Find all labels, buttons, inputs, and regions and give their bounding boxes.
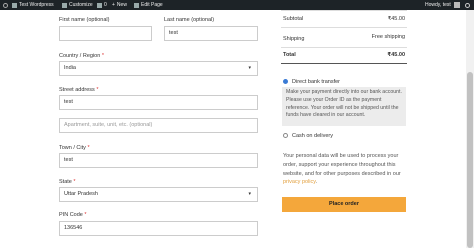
- place-order-button[interactable]: Place order: [282, 197, 406, 212]
- city-input[interactable]: test: [59, 153, 258, 168]
- pin-code-input[interactable]: 136546: [59, 221, 258, 236]
- last-name-input[interactable]: test: [164, 26, 258, 41]
- bank-transfer-label[interactable]: Direct bank transfer: [292, 79, 340, 85]
- search-icon[interactable]: [465, 0, 470, 10]
- first-name-input[interactable]: [59, 26, 152, 41]
- comment-icon: [97, 2, 102, 8]
- state-select[interactable]: Uttar Pradesh ▾: [59, 187, 258, 202]
- pin-label: PIN Code *: [59, 212, 87, 218]
- new-content-link[interactable]: + New: [112, 0, 127, 10]
- site-name-link[interactable]: Test Wordpress: [12, 0, 54, 10]
- divider: [281, 47, 407, 48]
- cash-on-delivery-radio[interactable]: [283, 133, 288, 138]
- divider: [281, 10, 407, 11]
- street-label: Street address *: [59, 87, 99, 93]
- bank-transfer-description: Make your payment directly into our bank…: [282, 87, 406, 126]
- chevron-down-icon: ▾: [248, 191, 251, 197]
- home-icon: [12, 2, 17, 8]
- privacy-notice: Your personal data will be used to proce…: [283, 153, 401, 186]
- admin-bar: Test Wordpress Customize 0 + New Edit Pag…: [0, 0, 474, 10]
- bank-transfer-radio[interactable]: [283, 79, 288, 84]
- subtotal-row: Subtotal ₹45.00: [283, 16, 405, 22]
- customize-link[interactable]: Customize: [62, 0, 93, 10]
- last-name-label: Last name (optional): [164, 17, 215, 23]
- shipping-row: Shipping Free shipping: [283, 34, 405, 42]
- comments-link[interactable]: 0: [97, 0, 107, 10]
- first-name-label: First name (optional): [59, 17, 110, 23]
- scrollbar-thumb[interactable]: [467, 72, 473, 248]
- privacy-policy-link[interactable]: privacy policy: [283, 179, 316, 185]
- brush-icon: [62, 2, 67, 8]
- plus-icon: +: [112, 2, 115, 8]
- wordpress-logo-icon[interactable]: [3, 0, 10, 10]
- street-address-input[interactable]: test: [59, 95, 258, 110]
- country-label: Country / Region *: [59, 53, 104, 59]
- avatar: [453, 2, 460, 8]
- my-account-link[interactable]: Howdy, test: [425, 0, 460, 10]
- divider: [281, 63, 407, 64]
- city-label: Town / City *: [59, 145, 90, 151]
- cash-on-delivery-label[interactable]: Cash on delivery: [292, 133, 333, 139]
- pencil-icon: [134, 2, 139, 8]
- total-row: Total ₹45.00: [283, 52, 405, 58]
- divider: [281, 27, 407, 28]
- edit-page-link[interactable]: Edit Page: [134, 0, 163, 10]
- country-select[interactable]: India ▾: [59, 61, 258, 76]
- state-label: State *: [59, 179, 76, 185]
- apartment-input[interactable]: Apartment, suite, unit, etc. (optional): [59, 118, 258, 133]
- chevron-down-icon: ▾: [248, 65, 251, 71]
